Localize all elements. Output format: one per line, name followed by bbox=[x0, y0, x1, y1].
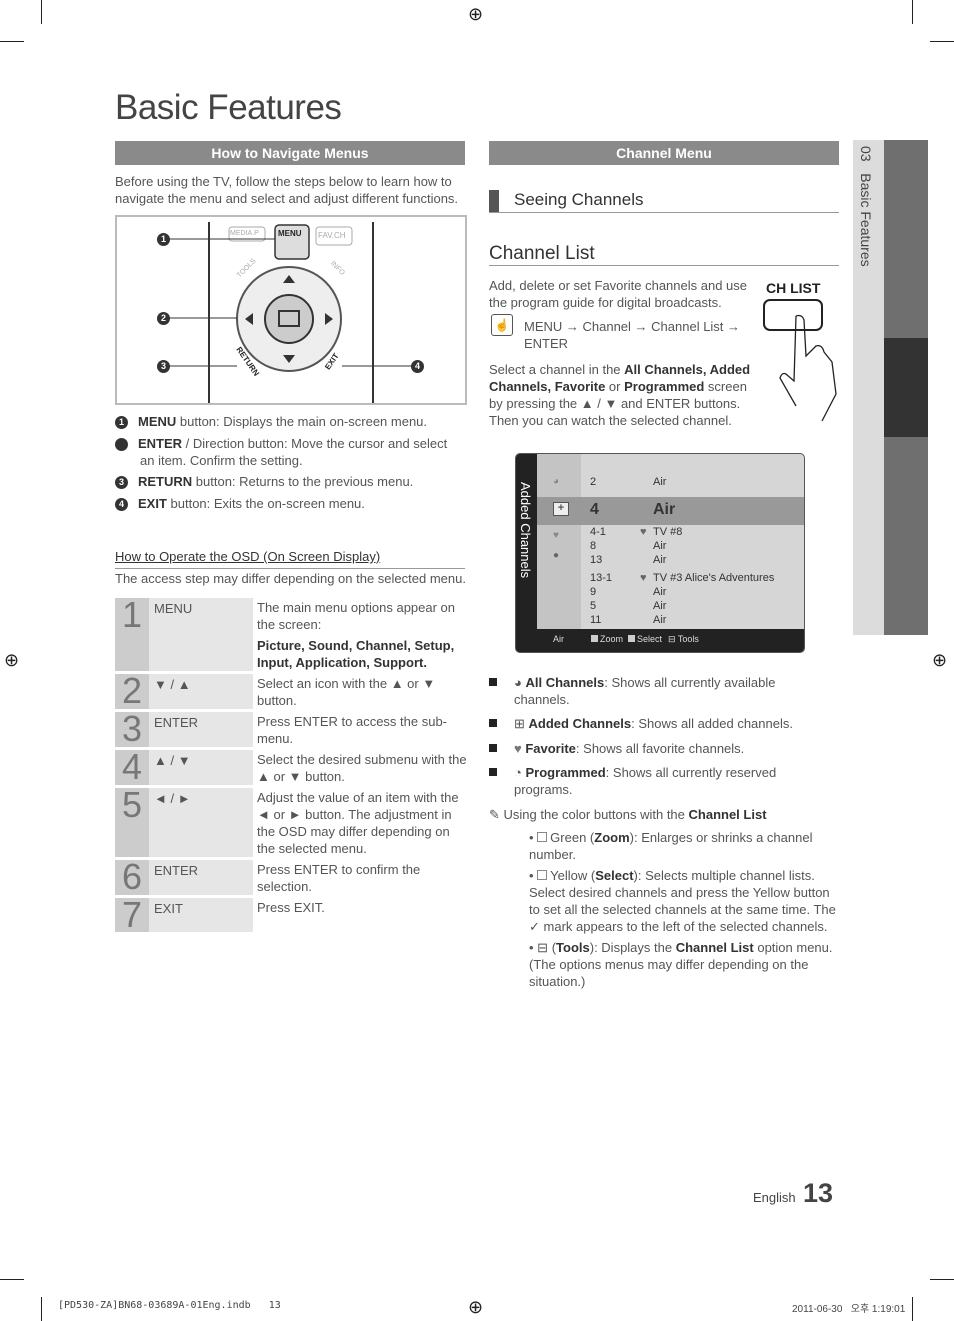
channel-number: 11 bbox=[590, 614, 602, 626]
legend-item: 1 MENU button: Displays the main on-scree… bbox=[115, 413, 445, 430]
channel-name: Air bbox=[653, 586, 667, 598]
favorite-heart-icon: ♥ bbox=[640, 526, 647, 538]
page-number: 13 bbox=[803, 1178, 834, 1208]
channel-number: 4-1 bbox=[590, 526, 606, 538]
channel-number: 8 bbox=[590, 540, 597, 552]
legend-item: 2 ENTER / Direction button: Move the curs… bbox=[106, 436, 448, 468]
channel-number: 5 bbox=[590, 600, 597, 612]
callout-1: 1 bbox=[157, 233, 170, 246]
registration-mark-icon: ⊕ bbox=[932, 650, 948, 670]
ch-list-button-label: CH LIST bbox=[766, 280, 821, 296]
callout-3: 3 bbox=[157, 360, 170, 373]
table-row: 6 ENTER Press ENTER to confirm the selecti… bbox=[115, 859, 467, 895]
manual-page: ⊕ ⊕ ⊕ ⊕ Basic Features How to Navigate M… bbox=[0, 0, 954, 1321]
select-hint[interactable]: Select bbox=[628, 629, 662, 649]
channel-name: Air bbox=[653, 600, 667, 612]
osd-subtitle: The access step may differ depending on … bbox=[115, 571, 466, 586]
channel-name: Air bbox=[653, 614, 667, 626]
note-pencil-icon: ✎ bbox=[489, 807, 504, 822]
osd-footer: Air Zoom Select ⊟ Tools bbox=[516, 629, 804, 652]
osd-side-title: Added Channels bbox=[518, 482, 533, 579]
table-row: 2 ▼ / ▲ Select an icon with the ▲ or ▼ but… bbox=[115, 673, 467, 709]
print-file-info: [PD530-ZA]BN68-03689A-01Eng.indb 13 bbox=[58, 1300, 281, 1311]
remote-illustration: MEDIA.P MENU FAV.CH TOOLS INFO RETURN EX… bbox=[115, 215, 467, 405]
favorite-icon: ♥ bbox=[514, 741, 526, 756]
footer-language: English bbox=[753, 1190, 796, 1205]
favorite-heart-icon: ♥ bbox=[640, 572, 647, 584]
print-date-info: 2011-06-30 오후 1:19:01 bbox=[792, 1304, 906, 1315]
bullet-all-channels: ◕ All Channels: Shows all currently avai… bbox=[514, 675, 776, 707]
table-row: 7 EXIT Press EXIT. bbox=[115, 897, 467, 933]
sub-bullet-green: • Green (Zoom): Enlarges or shrinks a ch… bbox=[529, 830, 813, 862]
added-channels-icon: ⊞ bbox=[514, 716, 529, 731]
nav-intro: Before using the TV, follow the steps be… bbox=[115, 174, 459, 206]
registration-mark-icon: ⊕ bbox=[468, 4, 484, 24]
section-marker bbox=[489, 190, 499, 212]
zoom-hint[interactable]: Zoom bbox=[591, 629, 623, 649]
remote-hand-icon: ☝ bbox=[491, 314, 513, 336]
table-row: 4 ▲ / ▼ Select the desired submenu with th… bbox=[115, 749, 467, 785]
remote-media-label: MEDIA.P bbox=[230, 230, 259, 237]
table-row: 1 MENU The main menu options appear on the… bbox=[115, 597, 467, 671]
footer-source: Air bbox=[553, 634, 564, 644]
select-instructions: Select a channel in the All Channels, Ad… bbox=[489, 362, 751, 428]
channel-name: Air bbox=[653, 476, 667, 488]
channel-number: 2 bbox=[590, 476, 597, 488]
registration-mark-icon: ⊕ bbox=[4, 650, 20, 670]
bullet-programmed: ◔ Programmed: Shows all currently reserv… bbox=[514, 765, 777, 797]
osd-title: How to Operate the OSD (On Screen Displa… bbox=[115, 549, 381, 564]
all-channels-icon: ◕ bbox=[553, 476, 560, 487]
nav-menus-header: How to Navigate Menus bbox=[115, 141, 465, 165]
programmed-icon: ◔ bbox=[514, 765, 526, 780]
legend-item: 3 RETURN button: Returns to the previous … bbox=[115, 473, 445, 490]
chapter-tab-label: 03 Basic Features bbox=[858, 146, 874, 267]
added-channels-icon: + bbox=[553, 502, 569, 516]
channel-number: 13 bbox=[590, 554, 603, 566]
channel-number: 4 bbox=[590, 501, 599, 518]
tools-icon: ⊟ bbox=[537, 940, 552, 955]
channel-list-intro: Add, delete or set Favorite channels and… bbox=[489, 278, 747, 310]
channel-list-screen: Added Channels ◕ + ♥ ● 2 Air 4 Air 4-1 ♥ TV #8… bbox=[515, 453, 805, 653]
subsection-title: Channel List bbox=[489, 243, 595, 264]
channel-number: 13-1 bbox=[590, 572, 613, 584]
legend-item: 4 EXIT button: Exits the on-screen menu. bbox=[115, 495, 445, 512]
hand-pressing-button-icon bbox=[763, 299, 837, 422]
programmed-icon: ● bbox=[553, 550, 560, 561]
favorite-icon: ♥ bbox=[553, 530, 559, 541]
bullet-added-channels: ⊞ Added Channels: Shows all added channe… bbox=[514, 716, 793, 731]
sub-bullet-yellow: • Yellow (Select): Selects multiple chan… bbox=[529, 868, 836, 934]
tools-hint[interactable]: ⊟ Tools bbox=[668, 629, 699, 649]
section-title: Seeing Channels bbox=[514, 190, 644, 209]
channel-name: TV #3 Alice's Adventures bbox=[653, 572, 775, 584]
page-title: Basic Features bbox=[115, 88, 342, 127]
all-channels-icon: ◕ bbox=[514, 675, 526, 690]
channel-menu-header: Channel Menu bbox=[489, 141, 839, 165]
osd-steps-table: 1 MENU The main menu options appear on the… bbox=[115, 595, 467, 935]
remote-control-image bbox=[157, 222, 413, 403]
channel-name: TV #8 bbox=[653, 526, 683, 538]
table-row: 3 ENTER Press ENTER to access the sub-menu… bbox=[115, 711, 467, 747]
channel-number: 9 bbox=[590, 586, 597, 598]
bullet-favorite: ♥ Favorite: Shows all favorite channels. bbox=[514, 741, 745, 756]
tools-icon: ⊟ bbox=[668, 634, 678, 644]
channel-name: Air bbox=[653, 540, 667, 552]
channel-name: Air bbox=[653, 501, 676, 518]
menu-path: MENU → Channel → Channel List → ENTER bbox=[524, 319, 741, 351]
channel-name: Air bbox=[653, 554, 667, 566]
sub-bullet-tools: • ⊟ (Tools): Displays the Channel List o… bbox=[529, 940, 833, 989]
remote-fav-label: FAV.CH bbox=[318, 231, 346, 240]
remote-menu-button: MENU bbox=[278, 229, 302, 238]
callout-2: 2 bbox=[157, 312, 170, 325]
note: ✎ Using the color buttons with the Chann… bbox=[489, 807, 767, 822]
callout-4: 4 bbox=[411, 360, 424, 373]
registration-mark-icon: ⊕ bbox=[468, 1297, 484, 1317]
table-row: 5 ◄ / ► Adjust the value of an item with t… bbox=[115, 787, 467, 857]
